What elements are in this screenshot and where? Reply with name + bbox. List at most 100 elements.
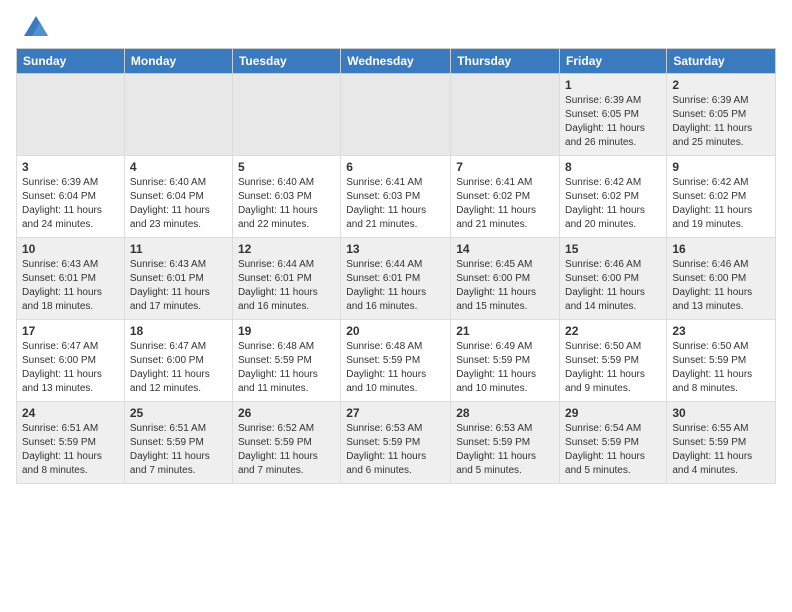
day-number: 1 (565, 78, 661, 92)
day-number: 15 (565, 242, 661, 256)
day-info: Sunrise: 6:40 AM Sunset: 6:03 PM Dayligh… (238, 176, 335, 232)
calendar-cell: 28 Sunrise: 6:53 AM Sunset: 5:59 PM Dayli… (451, 402, 560, 484)
calendar-cell: 2Sunrise: 6:39 AM Sunset: 6:05 PM Daylig… (667, 74, 776, 156)
calendar-week-row: 24 Sunrise: 6:51 AM Sunset: 5:59 PM Dayli… (17, 402, 776, 484)
page: SundayMondayTuesdayWednesdayThursdayFrid… (0, 0, 792, 496)
day-info: Sunrise: 6:43 AM Sunset: 6:01 PM Dayligh… (130, 258, 227, 314)
calendar-cell: 1 Sunrise: 6:39 AM Sunset: 6:05 PM Daylig… (560, 74, 667, 156)
day-number: 10 (22, 242, 119, 256)
logo (16, 12, 52, 40)
weekday-header-saturday: Saturday (667, 49, 776, 74)
calendar-cell: 15 Sunrise: 6:46 AM Sunset: 6:00 PM Dayli… (560, 238, 667, 320)
day-number: 28 (456, 406, 554, 420)
weekday-header-friday: Friday (560, 49, 667, 74)
calendar-cell: 23 Sunrise: 6:50 AM Sunset: 5:59 PM Dayli… (667, 320, 776, 402)
day-info: Sunrise: 6:44 AM Sunset: 6:01 PM Dayligh… (238, 258, 335, 314)
day-info: Sunrise: 6:47 AM Sunset: 6:00 PM Dayligh… (130, 340, 227, 396)
day-number: 23 (672, 324, 770, 338)
weekday-header-tuesday: Tuesday (232, 49, 340, 74)
day-info: Sunrise: 6:49 AM Sunset: 5:59 PM Dayligh… (456, 340, 554, 396)
day-number: 29 (565, 406, 661, 420)
weekday-header-monday: Monday (124, 49, 232, 74)
day-info: Sunrise: 6:44 AM Sunset: 6:01 PM Dayligh… (346, 258, 445, 314)
day-number: 16 (672, 242, 770, 256)
day-number: 4 (130, 160, 227, 174)
day-info: Sunrise: 6:40 AM Sunset: 6:04 PM Dayligh… (130, 176, 227, 232)
calendar-cell (232, 74, 340, 156)
calendar-cell: 25 Sunrise: 6:51 AM Sunset: 5:59 PM Dayli… (124, 402, 232, 484)
day-info: Sunrise: 6:39 AM Sunset: 6:05 PM Dayligh… (565, 94, 661, 150)
calendar-cell: 27 Sunrise: 6:53 AM Sunset: 5:59 PM Dayli… (341, 402, 451, 484)
day-number: 26 (238, 406, 335, 420)
day-info: Sunrise: 6:46 AM Sunset: 6:00 PM Dayligh… (672, 258, 770, 314)
calendar-cell: 24 Sunrise: 6:51 AM Sunset: 5:59 PM Dayli… (17, 402, 125, 484)
calendar-cell: 21 Sunrise: 6:49 AM Sunset: 5:59 PM Dayli… (451, 320, 560, 402)
day-number: 17 (22, 324, 119, 338)
calendar-cell: 5 Sunrise: 6:40 AM Sunset: 6:03 PM Daylig… (232, 156, 340, 238)
calendar-cell: 16 Sunrise: 6:46 AM Sunset: 6:00 PM Dayli… (667, 238, 776, 320)
day-number: 6 (346, 160, 445, 174)
day-number: 19 (238, 324, 335, 338)
calendar-week-row: 1 Sunrise: 6:39 AM Sunset: 6:05 PM Daylig… (17, 74, 776, 156)
calendar-cell: 14Sunrise: 6:45 AM Sunset: 6:00 PM Dayli… (451, 238, 560, 320)
calendar-cell: 10 Sunrise: 6:43 AM Sunset: 6:01 PM Dayli… (17, 238, 125, 320)
calendar-cell: 6Sunrise: 6:41 AM Sunset: 6:03 PM Daylig… (341, 156, 451, 238)
day-info: Sunrise: 6:53 AM Sunset: 5:59 PM Dayligh… (346, 422, 445, 478)
day-number: 5 (238, 160, 335, 174)
calendar-cell: 18Sunrise: 6:47 AM Sunset: 6:00 PM Dayli… (124, 320, 232, 402)
day-info: Sunrise: 6:48 AM Sunset: 5:59 PM Dayligh… (238, 340, 335, 396)
calendar-cell (341, 74, 451, 156)
day-info: Sunrise: 6:39 AM Sunset: 6:04 PM Dayligh… (22, 176, 119, 232)
day-info: Sunrise: 6:55 AM Sunset: 5:59 PM Dayligh… (672, 422, 770, 478)
calendar-cell: 8Sunrise: 6:42 AM Sunset: 6:02 PM Daylig… (560, 156, 667, 238)
day-number: 22 (565, 324, 661, 338)
day-info: Sunrise: 6:54 AM Sunset: 5:59 PM Dayligh… (565, 422, 661, 478)
calendar-week-row: 3 Sunrise: 6:39 AM Sunset: 6:04 PM Daylig… (17, 156, 776, 238)
header (16, 12, 776, 40)
calendar-cell: 30 Sunrise: 6:55 AM Sunset: 5:59 PM Dayli… (667, 402, 776, 484)
day-number: 9 (672, 160, 770, 174)
day-number: 3 (22, 160, 119, 174)
calendar-cell: 20Sunrise: 6:48 AM Sunset: 5:59 PM Dayli… (341, 320, 451, 402)
day-info: Sunrise: 6:51 AM Sunset: 5:59 PM Dayligh… (130, 422, 227, 478)
weekday-header-wednesday: Wednesday (341, 49, 451, 74)
day-number: 25 (130, 406, 227, 420)
day-info: Sunrise: 6:46 AM Sunset: 6:00 PM Dayligh… (565, 258, 661, 314)
calendar-cell (124, 74, 232, 156)
day-info: Sunrise: 6:41 AM Sunset: 6:02 PM Dayligh… (456, 176, 554, 232)
day-number: 24 (22, 406, 119, 420)
day-info: Sunrise: 6:50 AM Sunset: 5:59 PM Dayligh… (672, 340, 770, 396)
day-number: 30 (672, 406, 770, 420)
day-info: Sunrise: 6:42 AM Sunset: 6:02 PM Dayligh… (672, 176, 770, 232)
calendar-cell: 9 Sunrise: 6:42 AM Sunset: 6:02 PM Daylig… (667, 156, 776, 238)
calendar-cell (17, 74, 125, 156)
day-number: 21 (456, 324, 554, 338)
day-info: Sunrise: 6:51 AM Sunset: 5:59 PM Dayligh… (22, 422, 119, 478)
day-number: 27 (346, 406, 445, 420)
calendar-table: SundayMondayTuesdayWednesdayThursdayFrid… (16, 48, 776, 484)
calendar-cell: 7 Sunrise: 6:41 AM Sunset: 6:02 PM Daylig… (451, 156, 560, 238)
day-info: Sunrise: 6:53 AM Sunset: 5:59 PM Dayligh… (456, 422, 554, 478)
calendar-week-row: 10 Sunrise: 6:43 AM Sunset: 6:01 PM Dayli… (17, 238, 776, 320)
calendar-cell: 4 Sunrise: 6:40 AM Sunset: 6:04 PM Daylig… (124, 156, 232, 238)
day-info: Sunrise: 6:48 AM Sunset: 5:59 PM Dayligh… (346, 340, 445, 396)
weekday-header-sunday: Sunday (17, 49, 125, 74)
weekday-header-row: SundayMondayTuesdayWednesdayThursdayFrid… (17, 49, 776, 74)
day-info: Sunrise: 6:43 AM Sunset: 6:01 PM Dayligh… (22, 258, 119, 314)
day-number: 13 (346, 242, 445, 256)
weekday-header-thursday: Thursday (451, 49, 560, 74)
calendar-cell: 12 Sunrise: 6:44 AM Sunset: 6:01 PM Dayli… (232, 238, 340, 320)
calendar-cell: 11 Sunrise: 6:43 AM Sunset: 6:01 PM Dayli… (124, 238, 232, 320)
calendar-cell: 29 Sunrise: 6:54 AM Sunset: 5:59 PM Dayli… (560, 402, 667, 484)
calendar-cell: 13 Sunrise: 6:44 AM Sunset: 6:01 PM Dayli… (341, 238, 451, 320)
calendar-cell: 17Sunrise: 6:47 AM Sunset: 6:00 PM Dayli… (17, 320, 125, 402)
logo-icon (20, 12, 52, 40)
day-number: 7 (456, 160, 554, 174)
day-info: Sunrise: 6:50 AM Sunset: 5:59 PM Dayligh… (565, 340, 661, 396)
calendar-cell: 19 Sunrise: 6:48 AM Sunset: 5:59 PM Dayli… (232, 320, 340, 402)
calendar-cell: 26Sunrise: 6:52 AM Sunset: 5:59 PM Dayli… (232, 402, 340, 484)
day-info: Sunrise: 6:42 AM Sunset: 6:02 PM Dayligh… (565, 176, 661, 232)
calendar-cell: 22 Sunrise: 6:50 AM Sunset: 5:59 PM Dayli… (560, 320, 667, 402)
day-number: 11 (130, 242, 227, 256)
day-number: 12 (238, 242, 335, 256)
